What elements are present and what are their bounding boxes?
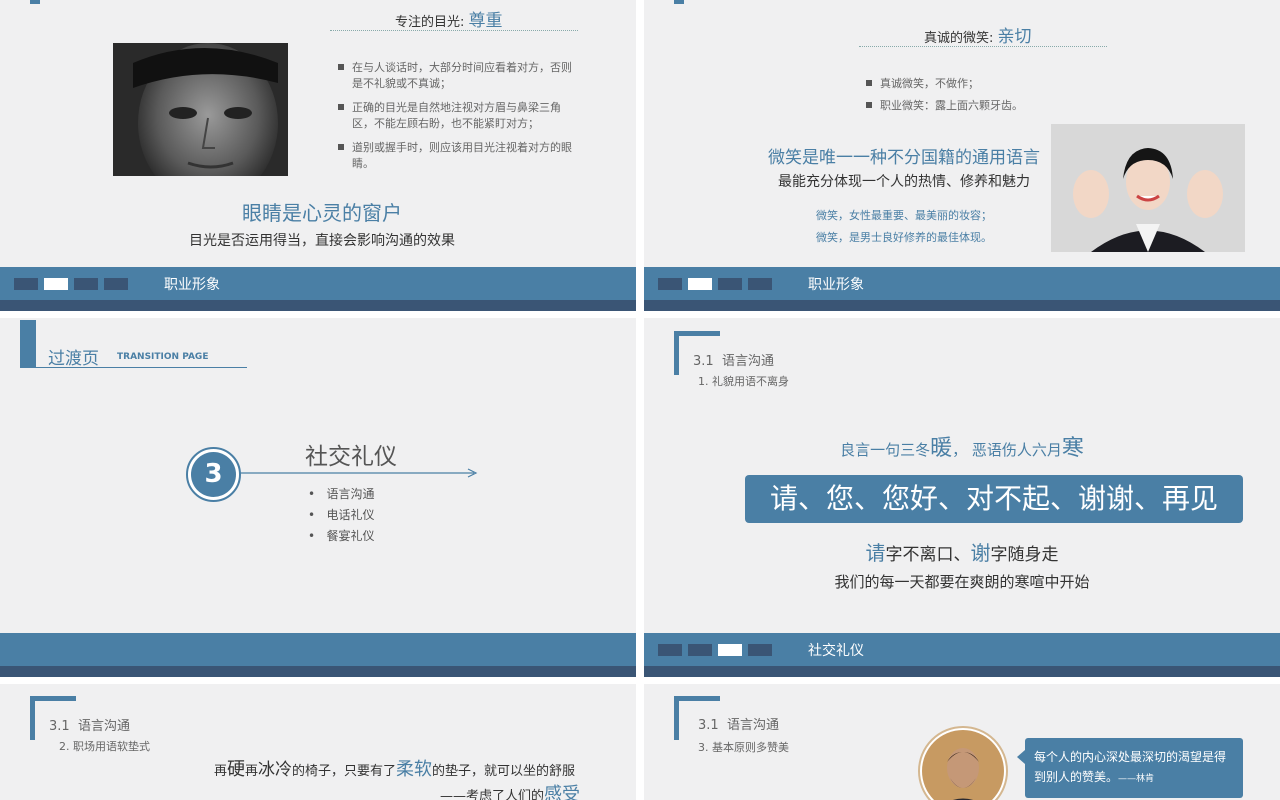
- section-title: 社交礼仪: [305, 444, 397, 470]
- slide-6[interactable]: 3.1 语言沟通 3. 基本原则多赞美 每个人的内心深处最深切的渴望是得到别人的…: [644, 684, 1280, 800]
- slide-1[interactable]: 专注的目光: 尊重 在与人谈话时，大部分时间应看着对方，否则是不礼貌或不真诚；: [0, 0, 636, 311]
- footer-label: 职业形象: [164, 277, 220, 293]
- title-accent-bar: [20, 320, 36, 368]
- title-underline: [36, 367, 247, 368]
- bullet-item: 正确的目光是自然地注视对方眉与鼻梁三角区，不能左顾右盼，也不能紧盯对方；: [338, 100, 574, 132]
- slide-2[interactable]: 真诚的微笑: 亲切 真诚微笑，不做作； 职业微笑：露上面六颗牙齿。 微笑是唯一一…: [644, 0, 1280, 311]
- subline: 最能充分体现一个人的热情、修养和魅力: [778, 174, 1030, 190]
- lincoln-portrait: [918, 726, 1008, 800]
- nav-square: [104, 278, 128, 290]
- nav-square: [748, 278, 772, 290]
- footer-label: 职业形象: [808, 277, 864, 293]
- footer-band: [0, 633, 636, 677]
- note-item: 微笑，女性最重要、最美丽的妆容；: [816, 209, 992, 222]
- subline: 目光是否运用得当，直接会影响沟通的效果: [189, 233, 455, 249]
- slide-header: 专注的目光: 尊重: [395, 11, 503, 31]
- note-item: 微笑，是男士良好修养的最佳体现。: [816, 231, 992, 244]
- section-item: • 语言沟通: [308, 487, 375, 501]
- motto-subline: 我们的每一天都要在爽朗的寒喧中开始: [834, 573, 1090, 591]
- headline: 眼睛是心灵的窗户: [242, 201, 402, 225]
- nav-square-active: [718, 644, 742, 656]
- cushion-quote-tail: ——考虑了人们的感受: [440, 784, 581, 800]
- slide-thumbnail-grid: 专注的目光: 尊重 在与人谈话时，大部分时间应看着对方，否则是不礼貌或不真诚；: [0, 0, 1280, 800]
- headline: 微笑是唯一一种不分国籍的通用语言: [768, 148, 1040, 168]
- smiling-woman-photo: [1051, 124, 1245, 252]
- arrow-line: [240, 468, 478, 478]
- nav-square: [658, 278, 682, 290]
- nav-square: [658, 644, 682, 656]
- bullet-item: 真诚微笑，不做作；: [866, 76, 1106, 92]
- section-heading: 3.1 语言沟通: [49, 719, 130, 734]
- footer-band: 职业形象: [644, 267, 1280, 311]
- transition-title-en: TRANSITION PAGE: [117, 352, 209, 362]
- motto-line: 请字不离口、谢字随身走: [865, 541, 1059, 565]
- quote-bubble: 每个人的内心深处最深切的渴望是得到别人的赞美。——林肯: [1025, 738, 1243, 798]
- bubble-pointer: [1017, 750, 1025, 764]
- footer-label: 社交礼仪: [808, 643, 864, 659]
- nav-square-active: [44, 278, 68, 290]
- nav-square: [14, 278, 38, 290]
- transition-title: 过渡页: [48, 349, 99, 369]
- slide-5[interactable]: 3.1 语言沟通 2. 职场用语软垫式 再硬再冰冷的椅子，只要有了柔软的垫子，就…: [0, 684, 636, 800]
- portrait-photo: [113, 43, 288, 176]
- section-heading: 3.1 语言沟通: [693, 354, 774, 369]
- footer-band: 职业形象: [0, 267, 636, 311]
- cushion-quote: 再硬再冰冷的椅子，只要有了柔软的垫子，就可以坐的舒服: [214, 759, 576, 780]
- bullet-item: 职业微笑：露上面六颗牙齿。: [866, 98, 1106, 114]
- corner-accent: [674, 0, 684, 4]
- slide-4[interactable]: 3.1 语言沟通 1. 礼貌用语不离身 良言一句三冬暖， 恶语伤人六月寒 请、您…: [644, 318, 1280, 677]
- subsection: 2. 职场用语软垫式: [59, 740, 150, 753]
- slide-3[interactable]: 过渡页 TRANSITION PAGE 3 社交礼仪 • 语言沟通 • 电话礼仪…: [0, 318, 636, 677]
- section-item-list: • 语言沟通 • 电话礼仪 • 餐宴礼仪: [308, 484, 375, 547]
- polite-words-banner: 请、您、您好、对不起、谢谢、再见: [745, 475, 1243, 523]
- slide-header: 真诚的微笑: 亲切: [924, 27, 1032, 47]
- subsection: 3. 基本原则多赞美: [698, 741, 789, 754]
- header-divider: [330, 30, 578, 31]
- bullet-list: 真诚微笑，不做作； 职业微笑：露上面六颗牙齿。: [866, 76, 1106, 114]
- corner-accent: [30, 0, 40, 4]
- footer-band: 社交礼仪: [644, 633, 1280, 677]
- section-item: • 电话礼仪: [308, 508, 375, 522]
- notes: 微笑，女性最重要、最美丽的妆容； 微笑，是男士良好修养的最佳体现。: [704, 205, 1104, 249]
- section-heading: 3.1 语言沟通: [698, 718, 779, 733]
- nav-square-active: [688, 278, 712, 290]
- nav-square: [748, 644, 772, 656]
- header-divider: [859, 46, 1107, 47]
- section-number: 3: [191, 452, 236, 497]
- subsection: 1. 礼貌用语不离身: [698, 375, 789, 388]
- bullet-list: 在与人谈话时，大部分时间应看着对方，否则是不礼貌或不真诚； 正确的目光是自然地注…: [338, 60, 574, 172]
- bullet-item: 在与人谈话时，大部分时间应看着对方，否则是不礼貌或不真诚；: [338, 60, 574, 92]
- nav-square: [74, 278, 98, 290]
- section-item: • 餐宴礼仪: [308, 529, 375, 543]
- proverb: 良言一句三冬暖， 恶语伤人六月寒: [840, 436, 1084, 461]
- nav-square: [718, 278, 742, 290]
- bullet-item: 道别或握手时，则应该用目光注视着对方的眼睛。: [338, 140, 574, 172]
- nav-square: [688, 644, 712, 656]
